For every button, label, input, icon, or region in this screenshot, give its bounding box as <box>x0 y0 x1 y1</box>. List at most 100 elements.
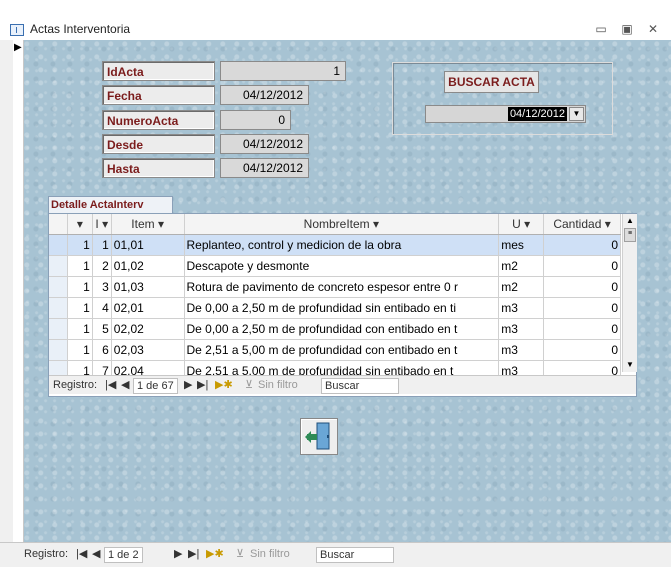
scroll-down-icon[interactable]: ▼ <box>623 358 637 372</box>
form-icon <box>10 24 24 36</box>
buscar-acta-combo[interactable]: 04/12/2012 ▼ <box>425 105 586 123</box>
filter-icon[interactable]: ⊻ <box>236 547 244 561</box>
exit-button[interactable] <box>300 418 338 455</box>
search-input[interactable]: Buscar <box>321 378 399 394</box>
table-row[interactable]: 1 4 02,01 De 0,00 a 2,50 m de profundida… <box>49 297 621 319</box>
cell-i[interactable]: 6 <box>92 339 112 361</box>
cell-col1[interactable]: 1 <box>67 339 93 361</box>
buscar-acta-button[interactable]: BUSCAR ACTA <box>444 71 539 93</box>
new-record-icon[interactable]: ▶✱ <box>215 378 233 392</box>
current-record-field[interactable]: 1 de 67 <box>133 378 178 394</box>
column-header-nombreitem[interactable]: NombreItem ▾ <box>184 214 500 235</box>
cell-item[interactable]: 02,03 <box>111 339 185 361</box>
column-header-blank[interactable]: ▾ <box>67 214 93 235</box>
idacta-field[interactable]: 1 <box>220 61 346 81</box>
row-selector[interactable] <box>49 297 68 319</box>
current-record-field[interactable]: 1 de 2 <box>104 547 143 563</box>
table-row[interactable]: 1 1 01,01 Replanteo, control y medicion … <box>49 234 621 256</box>
cell-col1[interactable]: 1 <box>67 318 93 340</box>
cell-col1[interactable]: 1 <box>67 234 93 256</box>
first-record-icon[interactable]: |◀ <box>76 547 87 561</box>
filter-icon[interactable]: ⊻ <box>245 378 253 392</box>
cell-cantidad[interactable]: 0 <box>543 297 621 319</box>
cell-nombreitem[interactable]: Descapote y desmonte <box>184 255 500 277</box>
cell-nombreitem[interactable]: De 0,00 a 2,50 m de profundidad con enti… <box>184 318 500 340</box>
cell-u[interactable]: m3 <box>498 318 545 340</box>
cell-cantidad[interactable]: 0 <box>543 234 621 256</box>
scroll-thumb[interactable]: ≡ <box>624 228 636 242</box>
cell-nombreitem[interactable]: De 0,00 a 2,50 m de profundidad sin enti… <box>184 297 500 319</box>
fecha-field[interactable]: 04/12/2012 <box>220 85 309 105</box>
subform-vertical-scrollbar[interactable]: ▲ ≡ ▼ <box>622 214 637 372</box>
scroll-up-icon[interactable]: ▲ <box>623 214 637 228</box>
table-row[interactable]: 1 5 02,02 De 0,00 a 2,50 m de profundida… <box>49 318 621 340</box>
cell-cantidad[interactable]: 0 <box>543 339 621 361</box>
column-header-i[interactable]: I ▾ <box>92 214 112 235</box>
previous-record-icon[interactable]: ◀ <box>121 378 129 392</box>
cell-col1[interactable]: 1 <box>67 276 93 298</box>
cell-col1[interactable]: 1 <box>67 297 93 319</box>
record-selector[interactable]: ▶ <box>13 40 24 566</box>
cell-cantidad[interactable]: 0 <box>543 276 621 298</box>
form-detail: IdActa 1 Fecha 04/12/2012 NumeroActa 0 D… <box>24 40 671 542</box>
row-selector[interactable] <box>49 339 68 361</box>
row-selector[interactable] <box>49 276 68 298</box>
cell-i[interactable]: 5 <box>92 318 112 340</box>
first-record-icon[interactable]: |◀ <box>105 378 116 392</box>
desde-label: Desde <box>102 134 215 154</box>
hasta-label: Hasta <box>102 158 215 178</box>
column-header-u[interactable]: U ▾ <box>498 214 545 235</box>
cell-col1[interactable]: 1 <box>67 255 93 277</box>
no-filter-label[interactable]: Sin filtro <box>258 378 298 392</box>
minimize-icon[interactable]: ▭ <box>590 20 612 38</box>
row-selector[interactable] <box>49 318 68 340</box>
cell-item[interactable]: 01,01 <box>111 234 185 256</box>
select-all-corner[interactable] <box>49 214 68 235</box>
cell-nombreitem[interactable]: Replanteo, control y medicion de la obra <box>184 234 500 256</box>
cell-cantidad[interactable]: 0 <box>543 255 621 277</box>
table-row[interactable]: 1 2 01,02 Descapote y desmonte m2 0 <box>49 255 621 277</box>
cell-u[interactable]: m2 <box>498 255 545 277</box>
table-row[interactable]: 1 3 01,03 Rotura de pavimento de concret… <box>49 276 621 298</box>
next-record-icon[interactable]: ▶ <box>184 378 192 392</box>
cell-item[interactable]: 01,02 <box>111 255 185 277</box>
numeroacta-field[interactable]: 0 <box>220 110 291 130</box>
desde-field[interactable]: 04/12/2012 <box>220 134 309 154</box>
search-frame: BUSCAR ACTA 04/12/2012 ▼ <box>392 62 613 135</box>
window-title: Actas Interventoria <box>30 22 131 36</box>
last-record-icon[interactable]: ▶| <box>188 547 199 561</box>
cell-i[interactable]: 1 <box>92 234 112 256</box>
close-icon[interactable]: ✕ <box>642 20 664 38</box>
no-filter-label[interactable]: Sin filtro <box>250 547 290 561</box>
cell-nombreitem[interactable]: De 2,51 a 5,00 m de profundidad con enti… <box>184 339 500 361</box>
current-record-arrow-icon: ▶ <box>14 42 22 53</box>
row-selector[interactable] <box>49 255 68 277</box>
restore-icon[interactable]: ▣ <box>616 20 638 38</box>
cell-u[interactable]: m2 <box>498 276 545 298</box>
cell-i[interactable]: 2 <box>92 255 112 277</box>
chevron-down-icon[interactable]: ▼ <box>569 107 584 121</box>
table-row[interactable]: 1 6 02,03 De 2,51 a 5,00 m de profundida… <box>49 339 621 361</box>
exit-door-icon <box>305 422 330 450</box>
cell-u[interactable]: m3 <box>498 339 545 361</box>
main-navigation-bar: Registro: |◀ ◀ 1 de 2 ▶ ▶| ▶✱ ⊻ Sin filt… <box>0 542 671 567</box>
new-record-icon[interactable]: ▶✱ <box>206 547 224 561</box>
previous-record-icon[interactable]: ◀ <box>92 547 100 561</box>
column-header-cantidad[interactable]: Cantidad ▾ <box>543 214 621 235</box>
search-input[interactable]: Buscar <box>316 547 394 563</box>
cell-u[interactable]: m3 <box>498 297 545 319</box>
cell-nombreitem[interactable]: Rotura de pavimento de concreto espesor … <box>184 276 500 298</box>
hasta-field[interactable]: 04/12/2012 <box>220 158 309 178</box>
cell-i[interactable]: 4 <box>92 297 112 319</box>
next-record-icon[interactable]: ▶ <box>174 547 182 561</box>
cell-item[interactable]: 02,01 <box>111 297 185 319</box>
subform-label: Detalle ActaInterv <box>48 196 173 213</box>
column-header-item[interactable]: Item ▾ <box>111 214 185 235</box>
cell-u[interactable]: mes <box>498 234 545 256</box>
row-selector[interactable] <box>49 234 68 256</box>
cell-item[interactable]: 01,03 <box>111 276 185 298</box>
cell-cantidad[interactable]: 0 <box>543 318 621 340</box>
cell-i[interactable]: 3 <box>92 276 112 298</box>
cell-item[interactable]: 02,02 <box>111 318 185 340</box>
last-record-icon[interactable]: ▶| <box>197 378 208 392</box>
